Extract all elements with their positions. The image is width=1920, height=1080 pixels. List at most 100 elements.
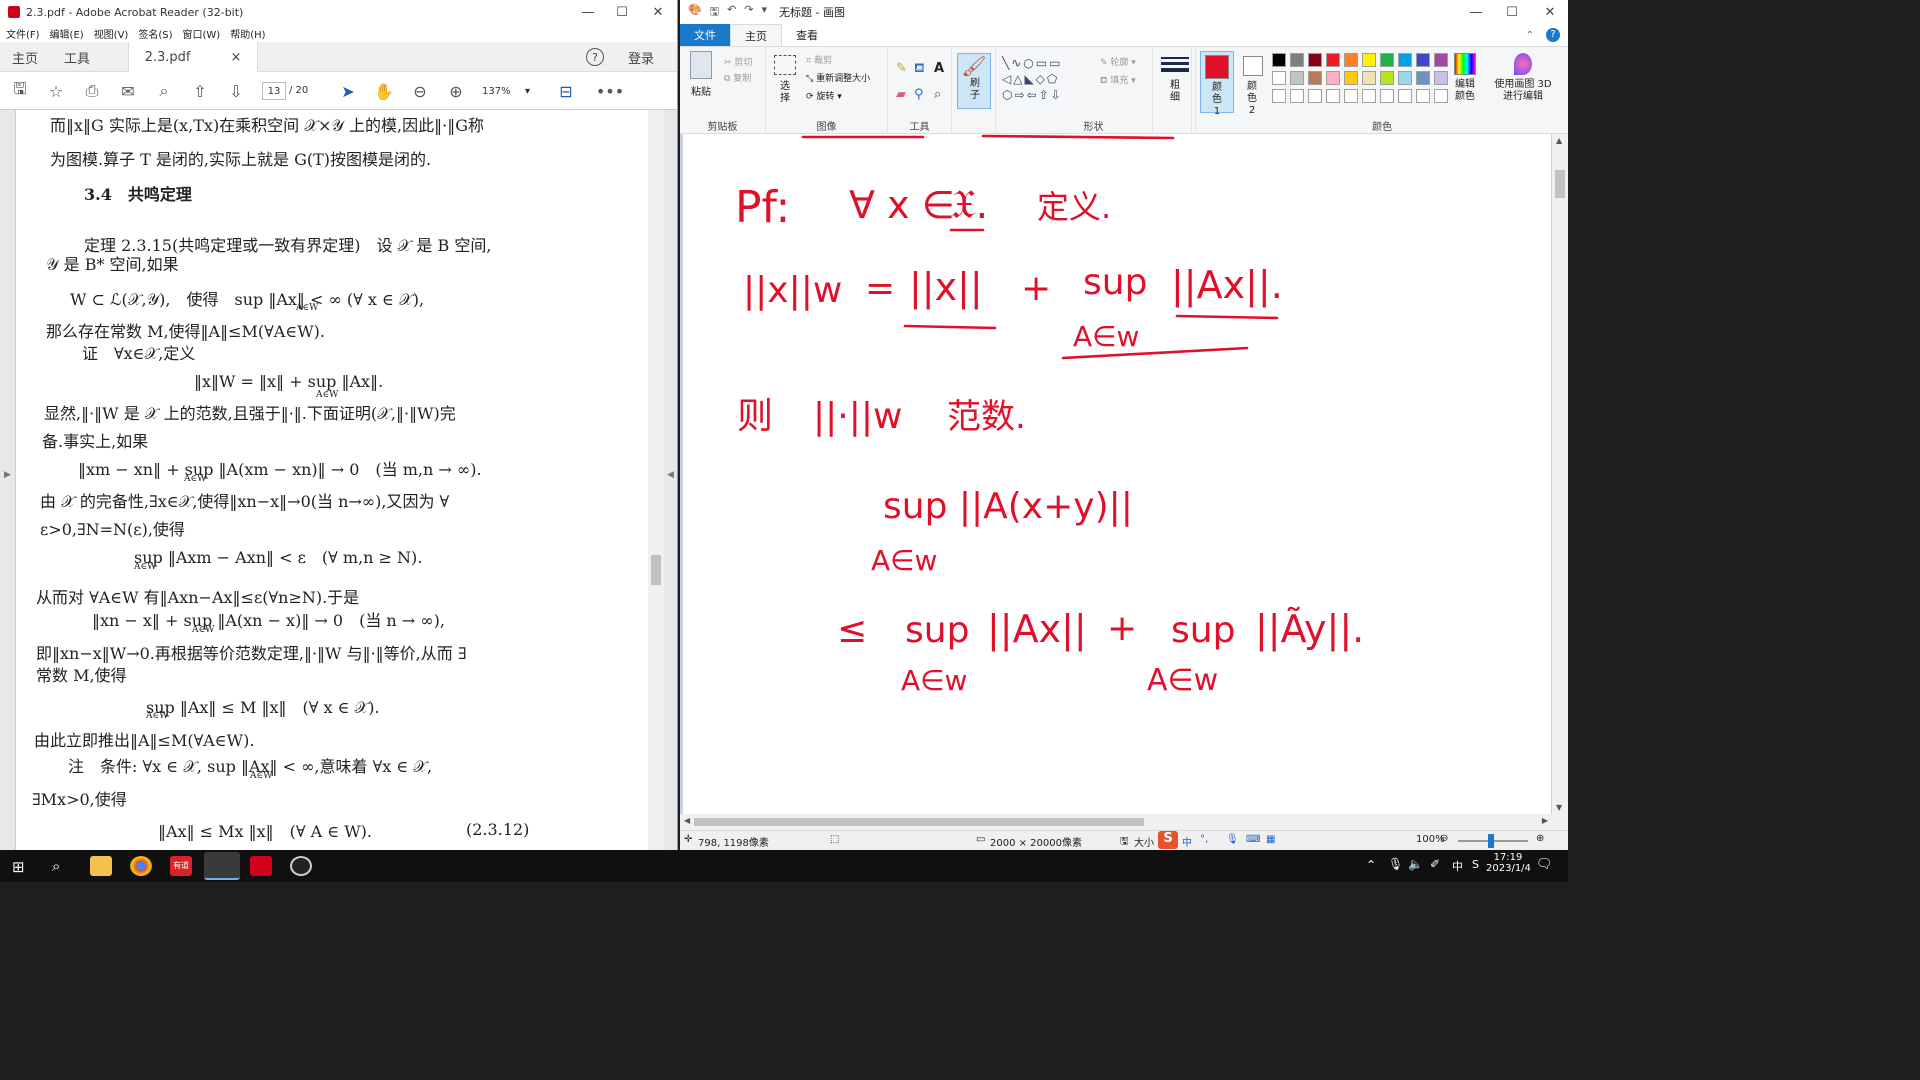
zoom-slider-thumb[interactable] — [1488, 834, 1494, 848]
save-icon[interactable]: 🖫 — [10, 79, 30, 101]
menu-sign[interactable]: 签名(S) — [138, 26, 172, 41]
palette-swatch[interactable] — [1416, 71, 1430, 85]
star-icon[interactable]: ☆ — [46, 81, 66, 101]
scroll-right-icon[interactable]: ▶ — [1542, 816, 1548, 825]
minimize-icon[interactable]: — — [570, 0, 606, 24]
rotate-button[interactable]: ⟳ 旋转 ▾ — [806, 89, 842, 102]
hand-icon[interactable]: ✋ — [374, 81, 394, 101]
crop-button[interactable]: ⌗ 裁剪 — [806, 53, 832, 66]
clock[interactable]: 17:19 2023/1/4 — [1486, 852, 1531, 874]
youdao-icon[interactable]: 有道 — [170, 856, 192, 876]
tab-home[interactable]: 主页 — [12, 42, 38, 72]
palette-swatch[interactable] — [1290, 53, 1304, 67]
ime-lang[interactable]: 中 — [1182, 834, 1192, 849]
sogou-tray-icon[interactable]: S — [1472, 858, 1479, 871]
more-icon[interactable]: ••• — [596, 81, 624, 101]
search-icon[interactable]: ⌕ — [52, 857, 60, 875]
volume-icon[interactable]: 🔈 — [1408, 857, 1423, 871]
tray-expand-icon[interactable]: ⌃ — [1366, 858, 1376, 872]
palette-swatch[interactable] — [1434, 89, 1448, 103]
ime-mic-icon[interactable]: 🎙 — [1226, 834, 1239, 845]
cut-button[interactable]: ✂ 剪切 — [724, 55, 752, 68]
palette-swatch[interactable] — [1380, 89, 1394, 103]
zoom-select[interactable]: 137% ▾ — [478, 82, 534, 100]
undo-icon[interactable]: ↶ — [727, 3, 736, 22]
palette-swatch[interactable] — [1326, 89, 1340, 103]
ime-indicator[interactable]: 中 — [1452, 858, 1463, 874]
palette-swatch[interactable] — [1344, 89, 1358, 103]
palette-swatch[interactable] — [1362, 71, 1376, 85]
palette-swatch[interactable] — [1272, 53, 1286, 67]
ime-punct-icon[interactable]: °, — [1200, 834, 1208, 845]
palette-swatch[interactable] — [1398, 71, 1412, 85]
chrome-icon[interactable] — [130, 856, 152, 876]
expand-right-icon[interactable]: ◀ — [667, 470, 674, 480]
customize-icon[interactable]: ▾ — [762, 3, 768, 22]
palette-swatch[interactable] — [1380, 71, 1394, 85]
copy-button[interactable]: ⧉ 复制 — [724, 71, 751, 84]
menu-edit[interactable]: 编辑(E) — [50, 26, 84, 41]
print-icon[interactable]: ⎙ — [82, 81, 102, 101]
minimize-icon[interactable]: — — [1458, 0, 1494, 24]
select-button[interactable]: 选择 — [772, 55, 798, 105]
redo-icon[interactable]: ↷ — [744, 3, 753, 22]
palette-swatch[interactable] — [1344, 53, 1358, 67]
palette-swatch[interactable] — [1416, 53, 1430, 67]
palette-swatch[interactable] — [1434, 71, 1448, 85]
eraser-icon[interactable]: ▰ — [896, 87, 906, 102]
palette-swatch[interactable] — [1362, 89, 1376, 103]
scroll-up-icon[interactable]: ▲ — [1556, 136, 1562, 145]
pen-icon[interactable]: ✐ — [1430, 857, 1440, 871]
brush-button[interactable]: 🖌 刷子 — [957, 53, 991, 109]
obs-icon[interactable] — [290, 856, 312, 876]
prev-page-icon[interactable]: ⇧ — [190, 81, 210, 101]
palette-swatch[interactable] — [1290, 89, 1304, 103]
outline-button[interactable]: ✎ 轮廓 ▾ — [1100, 55, 1136, 68]
menu-file[interactable]: 文件(F) — [6, 26, 40, 41]
zoom-out-icon[interactable]: ⊖ — [410, 81, 430, 101]
color1-button[interactable]: 颜色 1 — [1200, 51, 1234, 117]
next-page-icon[interactable]: ⇩ — [226, 81, 246, 101]
palette-swatch[interactable] — [1398, 89, 1412, 103]
scroll-thumb[interactable] — [651, 555, 661, 585]
palette-swatch[interactable] — [1398, 53, 1412, 67]
zoom-out-icon[interactable]: ⊖ — [1440, 833, 1448, 844]
select-cursor-icon[interactable]: ➤ — [338, 81, 358, 101]
collapse-ribbon-icon[interactable]: ⌃ — [1526, 30, 1534, 41]
tab-view[interactable]: 查看 — [782, 24, 832, 46]
right-collapse-pane[interactable]: ◀ — [664, 110, 677, 850]
save-icon[interactable]: 🖫 — [710, 3, 719, 22]
close-icon[interactable]: ✕ — [640, 0, 676, 24]
notification-icon[interactable]: 🗨 — [1536, 857, 1553, 872]
search-icon[interactable]: ⌕ — [154, 81, 174, 101]
help-icon[interactable]: ? — [586, 48, 604, 66]
tab-tools[interactable]: 工具 — [64, 42, 90, 72]
scroll-down-icon[interactable]: ▼ — [1556, 803, 1562, 812]
close-icon[interactable]: ✕ — [1532, 0, 1568, 24]
tab-file[interactable]: 文件 — [680, 24, 730, 46]
resize-button[interactable]: ⤡ 重新调整大小 — [806, 71, 870, 84]
maximize-icon[interactable]: ☐ — [1494, 0, 1530, 24]
palette-swatch[interactable] — [1272, 71, 1286, 85]
text-icon[interactable]: A — [934, 61, 944, 76]
sogou-ime-icon[interactable]: S — [1158, 831, 1178, 849]
ime-keyboard-icon[interactable]: ⌨ — [1246, 834, 1260, 845]
edit-colors-button[interactable]: 编辑颜色 — [1450, 53, 1480, 103]
palette-swatch[interactable] — [1362, 53, 1376, 67]
menu-help[interactable]: 帮助(H) — [230, 26, 265, 41]
magnifier-icon[interactable]: ⌕ — [934, 87, 941, 102]
tab-document[interactable]: 2.3.pdf × — [128, 42, 258, 72]
palette-swatch[interactable] — [1434, 53, 1448, 67]
expand-left-icon[interactable]: ▶ — [4, 470, 11, 480]
pencil-icon[interactable]: ✎ — [896, 61, 907, 76]
menu-view[interactable]: 视图(V) — [94, 26, 129, 41]
canvas-vertical-scrollbar[interactable]: ▲ ▼ — [1552, 134, 1568, 814]
scroll-left-icon[interactable]: ◀ — [684, 816, 690, 825]
pdf-page-view[interactable]: 而‖x‖G 实际上是(x,Tx)在乘积空间 𝒳×𝒴 上的模,因此‖·‖G称 为图… — [16, 110, 648, 850]
menu-window[interactable]: 窗口(W) — [183, 26, 221, 41]
mic-icon[interactable]: 🎙 — [1388, 857, 1403, 871]
acrobat-taskbar-icon[interactable] — [250, 856, 272, 876]
color-picker-icon[interactable]: ⚲ — [914, 87, 924, 102]
color2-button[interactable]: 颜色 2 — [1236, 51, 1270, 116]
palette-swatch[interactable] — [1290, 71, 1304, 85]
